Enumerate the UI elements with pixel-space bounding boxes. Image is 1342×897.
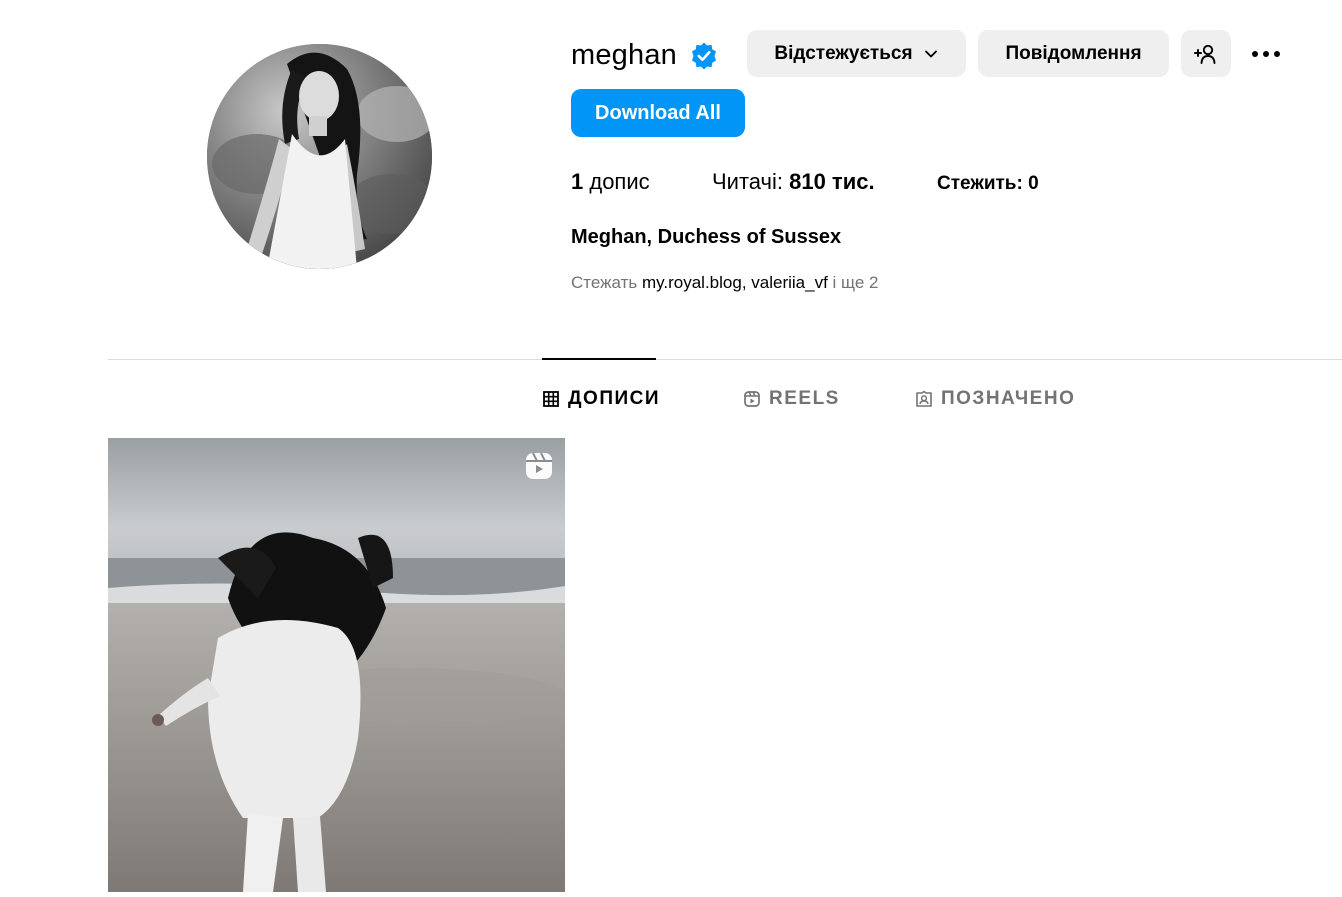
followers-count[interactable]: Читачі: 810 тис. (712, 168, 875, 196)
profile-avatar[interactable] (207, 44, 432, 269)
post-thumbnail[interactable] (108, 438, 565, 892)
profile-full-name: Meghan, Duchess of Sussex (571, 226, 842, 248)
active-tab-indicator (542, 358, 656, 360)
tab-posts[interactable]: ДОПИСИ (542, 386, 660, 412)
tagged-icon (916, 390, 932, 407)
post-image (108, 438, 565, 892)
verified-badge-icon (692, 42, 716, 70)
tab-reels[interactable]: REELS (743, 386, 840, 412)
reel-badge-icon (526, 452, 552, 479)
following-button[interactable]: Відстежується (747, 30, 966, 77)
followed-by[interactable]: Стежать my.royal.blog, valeriia_vf і ще … (571, 273, 878, 293)
more-options-icon[interactable] (1245, 40, 1287, 68)
tabs-divider (108, 359, 1342, 360)
posts-count: 1 допис (571, 169, 650, 194)
suggested-accounts-button[interactable] (1181, 30, 1231, 77)
grid-icon (543, 391, 559, 407)
add-person-icon (1194, 44, 1216, 64)
followed-by-account[interactable]: my.royal.blog (642, 273, 742, 292)
profile-username: meghan (571, 39, 677, 71)
followed-by-account[interactable]: valeriia_vf (751, 273, 828, 292)
tab-tagged-label: ПОЗНАЧЕНО (941, 388, 1076, 409)
following-button-label: Відстежується (774, 42, 913, 64)
tab-posts-label: ДОПИСИ (568, 388, 661, 409)
tab-tagged[interactable]: ПОЗНАЧЕНО (915, 386, 1075, 412)
chevron-down-icon (924, 50, 937, 57)
following-count[interactable]: Стежить: 0 (937, 170, 1039, 198)
message-button[interactable]: Повідомлення (978, 30, 1169, 77)
profile-page: meghan Відстежується Повідомлення Downlo… (0, 0, 1342, 897)
reels-icon (744, 391, 760, 407)
download-all-button[interactable]: Download All (571, 89, 745, 137)
tab-reels-label: REELS (769, 388, 840, 409)
